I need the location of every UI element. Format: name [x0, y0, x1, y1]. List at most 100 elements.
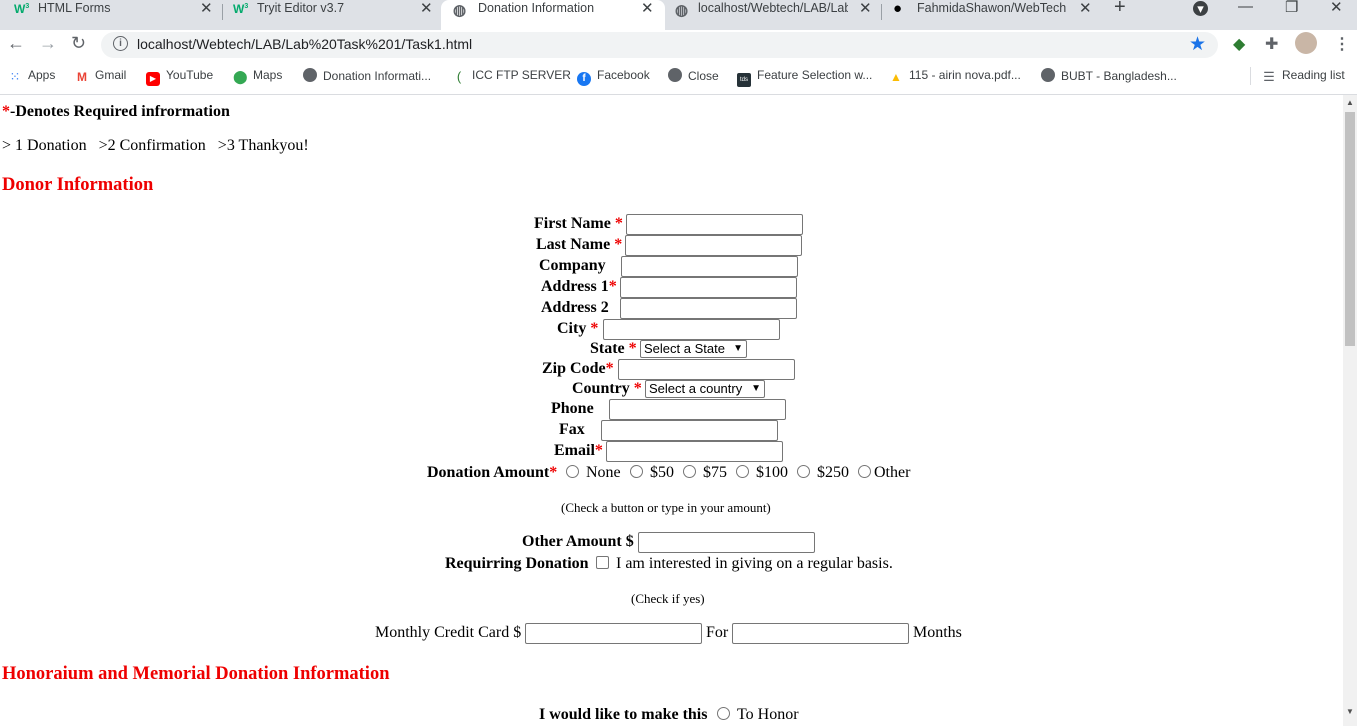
globe-icon — [1041, 68, 1055, 82]
amount-option-label: $75 — [703, 464, 727, 481]
bookmark-facebook[interactable]: f Facebook — [577, 68, 650, 86]
state-select[interactable]: Select a State ▼ — [640, 340, 747, 358]
address-bar[interactable]: i localhost/Webtech/LAB/Lab%20Task%201/T… — [101, 32, 1218, 58]
amount-radio-none[interactable] — [566, 465, 579, 478]
drive-icon: ▲ — [890, 70, 902, 84]
amount-radio-75[interactable] — [683, 465, 696, 478]
scroll-down-icon[interactable]: ▼ — [1346, 707, 1354, 716]
email-input[interactable] — [606, 441, 783, 462]
forward-icon[interactable]: → — [39, 33, 57, 54]
country-select[interactable]: Select a country ▼ — [645, 380, 765, 398]
bookmark-label: ICC FTP SERVER — [472, 68, 571, 82]
restore-icon[interactable]: ❐ — [1285, 0, 1298, 16]
bookmark-apps[interactable]: ⁙ Apps — [8, 68, 56, 84]
first-name-input[interactable] — [626, 214, 803, 235]
bookmark-label: YouTube — [166, 68, 214, 82]
tab-localhost[interactable]: ◍ localhost/Webtech/LAB/Lab ✕ — [675, 0, 875, 21]
country-label: Country * — [572, 380, 642, 398]
menu-kebab-icon[interactable]: ⋮ — [1334, 34, 1350, 54]
for-label: For — [706, 624, 729, 641]
bookmark-youtube[interactable]: ▶ YouTube — [146, 68, 213, 86]
bookmark-bubt[interactable]: BUBT - Bangladesh... — [1041, 68, 1177, 83]
amount-hint: (Check a button or type in your amount) — [561, 500, 771, 515]
tab-title: Tryit Editor v3.7 — [257, 1, 345, 15]
back-icon[interactable]: ← — [7, 33, 25, 54]
donation-amount-label: Donation Amount* — [427, 464, 557, 482]
tab-html-forms[interactable]: W3 HTML Forms ✕ — [14, 0, 224, 21]
puzzle-extensions-icon[interactable]: ✚ — [1265, 34, 1278, 54]
scrollbar-thumb[interactable] — [1345, 112, 1355, 346]
close-icon[interactable]: ✕ — [1079, 0, 1092, 17]
close-icon[interactable]: ✕ — [200, 0, 213, 17]
bookmark-maps[interactable]: ⬤ Maps — [233, 68, 282, 84]
company-input[interactable] — [621, 256, 798, 277]
close-icon[interactable]: ✕ — [420, 0, 433, 17]
tab-tryit-editor[interactable]: W3 Tryit Editor v3.7 ✕ — [233, 0, 443, 21]
tab-search-icon[interactable]: ▾ — [1193, 1, 1208, 16]
close-icon[interactable]: ✕ — [641, 0, 654, 17]
required-star: * — [614, 215, 623, 232]
apps-grid-icon: ⁙ — [9, 69, 21, 84]
monthly-credit-label: Monthly Credit Card $ — [375, 624, 522, 641]
other-amount-label: Other Amount $ — [522, 533, 634, 550]
url-text[interactable]: localhost/Webtech/LAB/Lab%20Task%201/Tas… — [137, 36, 472, 52]
reading-list-button[interactable]: ☰ Reading list — [1262, 68, 1345, 84]
required-star: * — [2, 103, 10, 120]
zip-input[interactable] — [618, 359, 795, 380]
bookmark-donation[interactable]: Donation Informati... — [303, 68, 431, 83]
avatar[interactable] — [1295, 32, 1317, 54]
bookmark-drive-pdf[interactable]: ▲ 115 - airin nova.pdf... — [889, 68, 1021, 84]
tab-github[interactable]: ● FahmidaShawon/WebTech ✕ — [893, 0, 1103, 21]
scroll-up-icon[interactable]: ▲ — [1346, 98, 1354, 107]
phone-input[interactable] — [609, 399, 786, 420]
window-close-icon[interactable]: ✕ — [1330, 0, 1343, 16]
bookmark-close[interactable]: Close — [668, 68, 719, 83]
fax-input[interactable] — [601, 420, 778, 441]
amount-radio-250[interactable] — [797, 465, 810, 478]
bookmark-icc-ftp[interactable]: (ICC FTP SERVER — [452, 68, 571, 84]
address2-input[interactable] — [620, 298, 797, 319]
state-select-value: Select a State — [644, 341, 725, 356]
amount-option-label: None — [586, 464, 621, 481]
city-label: City * — [557, 320, 598, 338]
reload-icon[interactable]: ↻ — [71, 33, 86, 54]
city-input[interactable] — [603, 319, 780, 340]
minimize-icon[interactable]: — — [1238, 0, 1253, 15]
reading-list-label: Reading list — [1282, 68, 1345, 82]
tab-title: HTML Forms — [38, 1, 111, 15]
to-honor-radio[interactable] — [717, 707, 730, 720]
amount-radio-other[interactable] — [858, 465, 871, 478]
amount-option-label: $50 — [650, 464, 674, 481]
globe-icon: ◍ — [675, 2, 689, 19]
tab-donation-information[interactable]: ◍ Donation Information ✕ — [441, 0, 665, 31]
months-label: Months — [913, 624, 962, 641]
first-name-label: First Name * — [534, 215, 623, 233]
site-info-icon[interactable]: i — [113, 36, 128, 51]
amount-option-label: Other — [874, 464, 911, 481]
bookmark-gmail[interactable]: M Gmail — [75, 68, 126, 84]
months-input[interactable] — [732, 623, 909, 644]
w3schools-icon: W3 — [14, 2, 30, 16]
bookmark-label: Feature Selection w... — [757, 68, 873, 82]
other-amount-input[interactable] — [638, 532, 815, 553]
amount-option-label: $250 — [817, 464, 849, 481]
address2-label: Address 2 — [541, 299, 609, 316]
tab-divider — [222, 4, 223, 20]
bookmark-feature-selection[interactable]: tds Feature Selection w... — [737, 68, 872, 87]
page-scrollbar[interactable]: ▲ ▼ — [1343, 95, 1357, 726]
monthly-amount-input[interactable] — [525, 623, 702, 644]
amount-radio-50[interactable] — [630, 465, 643, 478]
address1-input[interactable] — [620, 277, 797, 298]
donor-info-heading: Donor Information — [2, 175, 154, 195]
bookmark-star-icon[interactable]: ★ — [1189, 33, 1206, 56]
facebook-icon: f — [577, 72, 591, 86]
amount-radio-100[interactable] — [736, 465, 749, 478]
close-icon[interactable]: ✕ — [859, 0, 872, 17]
last-name-input[interactable] — [625, 235, 802, 256]
extension-icon[interactable]: ◆ — [1233, 34, 1245, 54]
recurring-checkbox[interactable] — [596, 556, 609, 569]
last-name-label: Last Name * — [536, 236, 622, 254]
github-icon: ● — [893, 0, 903, 17]
new-tab-button[interactable]: + — [1114, 0, 1126, 19]
bookmark-label: BUBT - Bangladesh... — [1061, 69, 1177, 83]
